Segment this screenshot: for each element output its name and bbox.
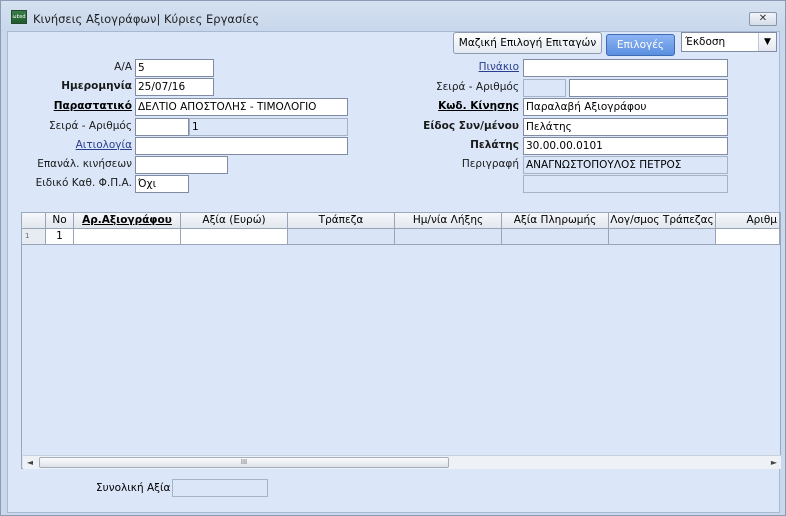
main-window: ωbsd Κινήσεις Αξιογράφων| Κύριες Εργασίε…	[0, 0, 786, 516]
special-vat-field[interactable]: Όχι	[135, 175, 189, 193]
col-header-no[interactable]: Νο	[46, 213, 74, 229]
scroll-right-icon[interactable]: ►	[767, 456, 781, 469]
cell-check-number[interactable]	[74, 229, 181, 245]
grid-corner	[22, 213, 46, 229]
customer-field[interactable]: 30.00.00.0101	[523, 137, 728, 155]
aa-label: Α/Α	[114, 61, 132, 73]
movement-code-link[interactable]: Κωδ. Κίνησης	[408, 100, 519, 112]
description-field: ΑΝΑΓΝΩΣΤΟΠΟΥΛΟΣ ΠΕΤΡΟΣ	[523, 156, 728, 174]
col-header-due-date[interactable]: Ημ/νία Λήξης	[395, 213, 502, 229]
horizontal-scrollbar[interactable]: ◄ III ►	[23, 455, 781, 469]
grid-header: Νο Αρ.Αξιογράφου Αξία (Ευρώ) Τράπεζα Ημ/…	[22, 213, 780, 229]
col-header-bank[interactable]: Τράπεζα	[288, 213, 395, 229]
document-type-field[interactable]: ΔΕΛΤΙΟ ΑΠΟΣΤΟΛΗΣ - ΤΙΜΟΛΟΓΙΟ	[135, 98, 348, 116]
app-logo-icon: ωbsd	[11, 10, 27, 24]
scroll-thumb[interactable]: III	[39, 457, 449, 468]
reason-field[interactable]	[135, 137, 348, 155]
total-value-field	[172, 479, 268, 497]
col-header-amount[interactable]: Αξία (Ευρώ)	[181, 213, 288, 229]
cell-amount[interactable]	[181, 229, 288, 245]
close-button[interactable]: ✕	[749, 12, 777, 26]
series-number-label: Σειρά - Αριθμός	[48, 120, 132, 132]
number-field: 1	[189, 118, 348, 136]
col-header-bank-account[interactable]: Λογ/σμος Τράπεζας	[609, 213, 716, 229]
series-field[interactable]	[135, 118, 189, 136]
window-title: Κινήσεις Αξιογράφων| Κύριες Εργασίες	[33, 12, 260, 26]
special-vat-label: Ειδικό Καθ. Φ.Π.Α.	[35, 177, 132, 189]
print-select-value: Έκδοση	[685, 36, 726, 48]
pinakio-field[interactable]	[523, 59, 728, 77]
options-button[interactable]: Επιλογές	[606, 34, 675, 56]
right-series-number-label: Σειρά - Αριθμός	[435, 81, 519, 93]
pinakio-link[interactable]: Πινάκιο	[408, 61, 519, 73]
aa-field[interactable]: 5	[135, 59, 214, 77]
col-header-number[interactable]: Αριθμ	[716, 213, 780, 229]
checks-grid[interactable]: Νο Αρ.Αξιογράφου Αξία (Ευρώ) Τράπεζα Ημ/…	[21, 212, 781, 469]
form-area: Μαζική Επιλογή Επιταγών Επιλογές Έκδοση …	[7, 31, 781, 513]
dropdown-arrow-icon[interactable]: ▼	[758, 33, 776, 51]
cell-payment-amount[interactable]	[502, 229, 609, 245]
row-indicator[interactable]: 1	[22, 229, 46, 245]
repeat-movements-field[interactable]	[135, 156, 228, 174]
party-type-field[interactable]: Πελάτης	[523, 118, 728, 136]
col-header-payment-amount[interactable]: Αξία Πληρωμής	[502, 213, 609, 229]
movement-code-field[interactable]: Παραλαβή Αξιογράφου	[523, 98, 728, 116]
date-label: Ημερομηνία	[61, 80, 132, 92]
date-field[interactable]: 25/07/16	[135, 78, 214, 96]
description-extra-field	[523, 175, 728, 193]
document-type-link[interactable]: Παραστατικό	[18, 100, 132, 112]
mass-select-checks-button[interactable]: Μαζική Επιλογή Επιταγών	[453, 32, 602, 54]
cell-due-date[interactable]	[395, 229, 502, 245]
cell-bank-account[interactable]	[609, 229, 716, 245]
total-value-label: Συνολική Αξία	[96, 482, 171, 494]
right-series-field	[523, 79, 566, 97]
cell-bank[interactable]	[288, 229, 395, 245]
reason-link[interactable]: Αιτιολογία	[18, 139, 132, 151]
cell-number[interactable]	[716, 229, 780, 245]
print-select[interactable]: Έκδοση ▼	[681, 32, 777, 52]
customer-label: Πελάτης	[470, 139, 519, 151]
right-number-field[interactable]	[569, 79, 728, 97]
title-bar[interactable]: ωbsd Κινήσεις Αξιογράφων| Κύριες Εργασίε…	[1, 1, 785, 31]
col-header-check-number[interactable]: Αρ.Αξιογράφου	[74, 213, 181, 229]
scroll-left-icon[interactable]: ◄	[23, 456, 37, 469]
repeat-movements-label: Επανάλ. κινήσεων	[37, 158, 132, 170]
party-type-label: Είδος Συν/μένου	[423, 120, 519, 132]
description-label: Περιγραφή	[461, 158, 519, 170]
cell-no[interactable]: 1	[46, 229, 74, 245]
